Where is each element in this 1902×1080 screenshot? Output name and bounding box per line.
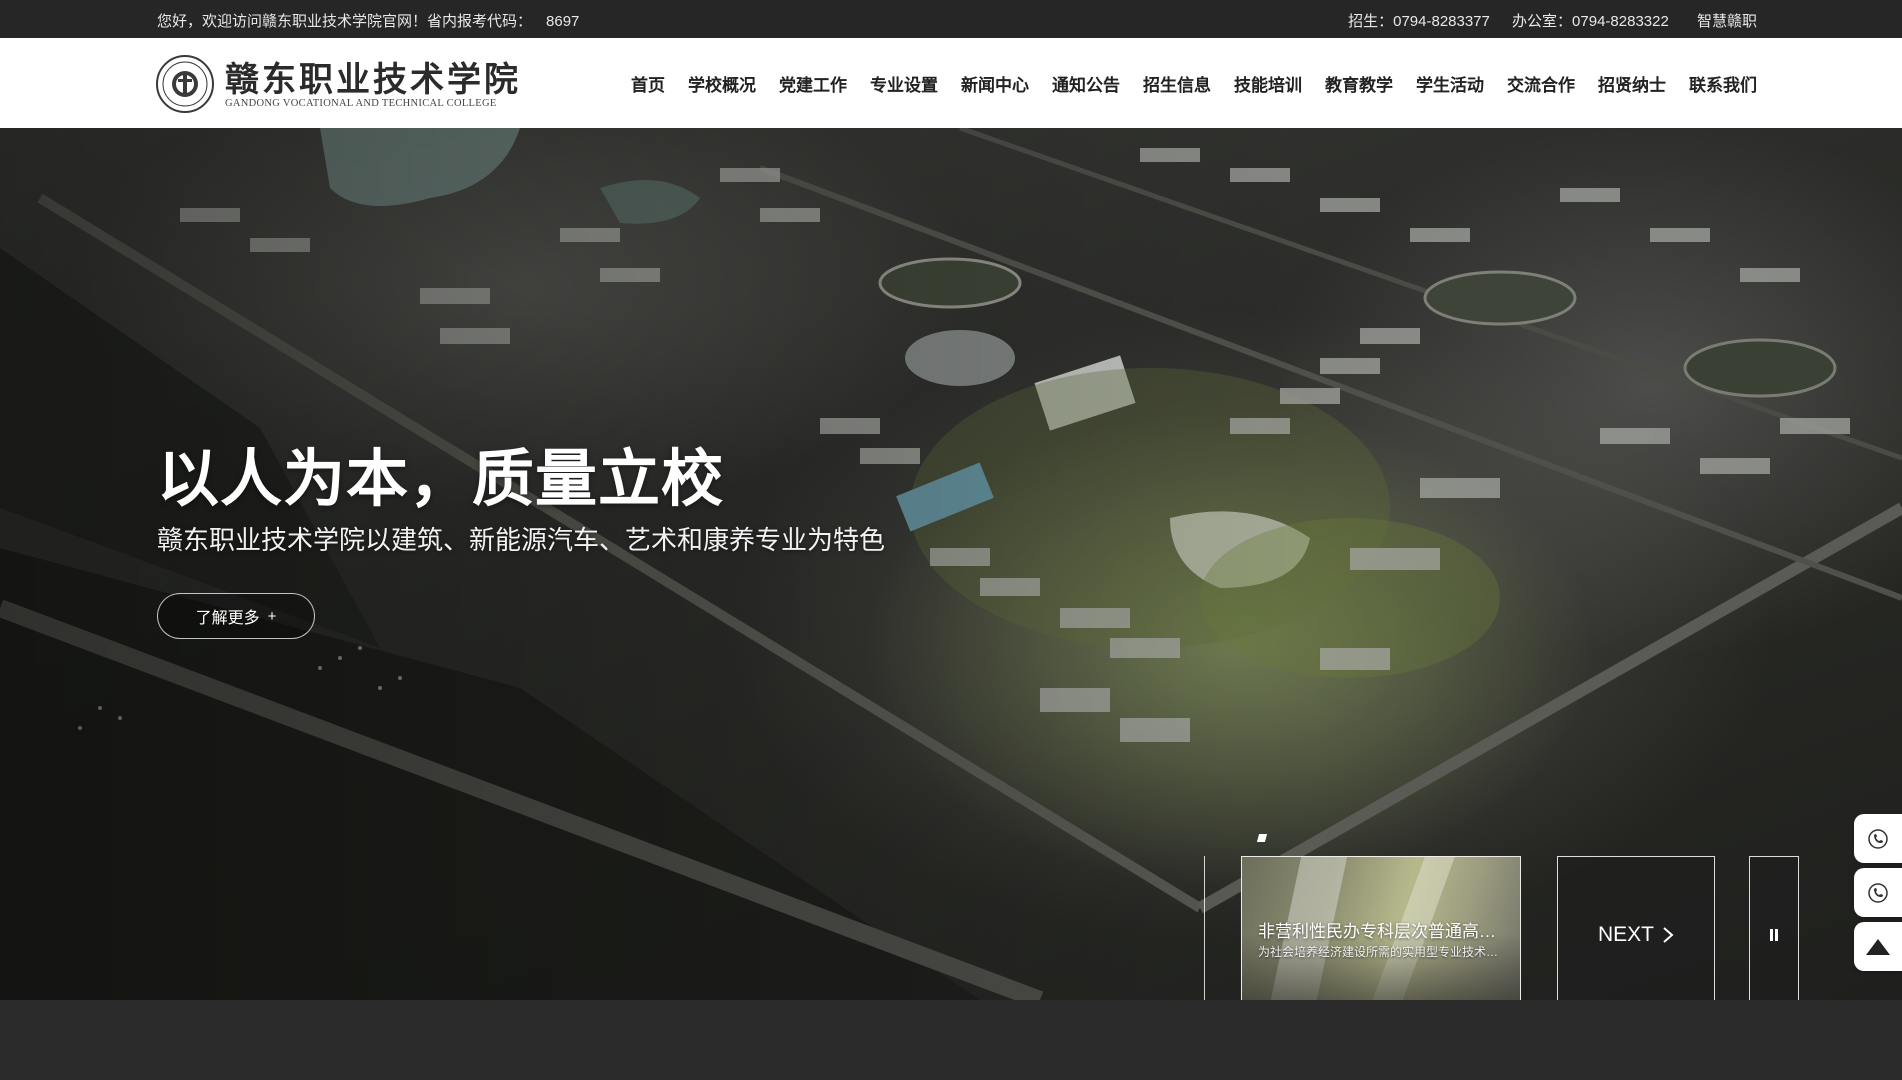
top-bar: 您好，欢迎访问赣东职业技术学院官网！省内报考代码： 8697 招生：0794-82… xyxy=(0,0,1902,38)
top-contacts: 招生：0794-8283377 办公室：0794-8283322 智慧赣职 xyxy=(1330,10,1757,31)
logo-text: 赣东职业技术学院 GANDONG VOCATIONAL AND TECHNICA… xyxy=(225,60,521,109)
site-header: 赣东职业技术学院 GANDONG VOCATIONAL AND TECHNICA… xyxy=(0,38,1902,128)
nav-admissions[interactable]: 招生信息 xyxy=(1143,71,1211,96)
arrow-up-icon xyxy=(1866,938,1890,955)
chevron-right-icon xyxy=(1663,927,1674,943)
admission-code: 8697 xyxy=(546,13,580,30)
next-slide-button[interactable]: NEXT xyxy=(1557,856,1715,1014)
hero-subtitle: 赣东职业技术学院以建筑、新能源汽车、艺术和康养专业为特色 xyxy=(157,525,886,555)
pause-slideshow-button[interactable] xyxy=(1749,856,1799,1014)
nav-news[interactable]: 新闻中心 xyxy=(961,71,1029,96)
news-thumbnail-card[interactable]: 非营利性民办专科层次普通高等学校 为社会培养经济建设所需的实用型专业技术人才 xyxy=(1241,856,1521,1014)
college-name-cn: 赣东职业技术学院 xyxy=(225,59,521,100)
nav-party[interactable]: 党建工作 xyxy=(779,71,847,96)
nav-recruitment[interactable]: 招贤纳士 xyxy=(1598,71,1666,96)
back-to-top-button[interactable] xyxy=(1854,922,1902,971)
pause-icon xyxy=(1770,929,1778,941)
nav-cooperation[interactable]: 交流合作 xyxy=(1507,71,1575,96)
page-bottom-band xyxy=(0,1000,1902,1080)
nav-about[interactable]: 学校概况 xyxy=(688,71,756,96)
college-name-en: GANDONG VOCATIONAL AND TECHNICAL COLLEGE xyxy=(225,97,497,109)
welcome-message: 您好，欢迎访问赣东职业技术学院官网！省内报考代码： 8697 xyxy=(157,10,579,31)
nav-majors[interactable]: 专业设置 xyxy=(870,71,938,96)
nav-home[interactable]: 首页 xyxy=(631,71,665,96)
main-nav: 首页 学校概况 党建工作 专业设置 新闻中心 通知公告 招生信息 技能培训 教育… xyxy=(608,38,1757,128)
news-card-desc: 为社会培养经济建设所需的实用型专业技术人才 xyxy=(1258,945,1508,959)
smart-campus-link[interactable]: 智慧赣职 xyxy=(1697,13,1757,30)
office-phone: 办公室：0794-8283322 xyxy=(1512,13,1669,30)
nav-education[interactable]: 教育教学 xyxy=(1325,71,1393,96)
nav-training[interactable]: 技能培训 xyxy=(1234,71,1302,96)
phone-icon xyxy=(1868,828,1888,849)
site-logo[interactable]: 赣东职业技术学院 GANDONG VOCATIONAL AND TECHNICA… xyxy=(155,53,518,115)
divider-line xyxy=(1204,856,1205,1014)
plus-icon: + xyxy=(267,607,277,625)
learn-more-button[interactable]: 了解更多 + xyxy=(157,593,315,639)
admissions-phone: 招生：0794-8283377 xyxy=(1348,13,1490,30)
learn-more-label: 了解更多 xyxy=(195,610,260,627)
phone-icon xyxy=(1868,882,1888,903)
nav-notices[interactable]: 通知公告 xyxy=(1052,71,1120,96)
news-card-title: 非营利性民办专科层次普通高等学校 xyxy=(1258,922,1508,941)
phone-contact-button-2[interactable] xyxy=(1854,868,1902,917)
college-seal-icon xyxy=(156,55,214,113)
hero-title: 以人为本，质量立校 xyxy=(157,445,725,514)
phone-contact-button[interactable] xyxy=(1854,814,1902,863)
floating-toolbar xyxy=(1854,814,1902,976)
next-label: NEXT xyxy=(1597,923,1654,946)
welcome-text: 您好，欢迎访问赣东职业技术学院官网！省内报考代码： xyxy=(157,13,533,30)
nav-contact[interactable]: 联系我们 xyxy=(1689,71,1757,96)
nav-activities[interactable]: 学生活动 xyxy=(1416,71,1484,96)
